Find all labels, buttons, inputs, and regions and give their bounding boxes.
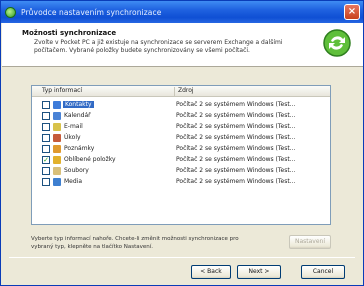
next-button[interactable]: Next >: [237, 265, 281, 279]
list-item[interactable]: ✓ Oblíbené položky Počítač 2 se systémem W…: [32, 155, 330, 165]
item-label: Oblíbené položky: [64, 156, 116, 163]
item-checkbox[interactable]: [42, 101, 50, 109]
item-label: Soubory: [64, 167, 89, 174]
item-checkbox[interactable]: [42, 123, 50, 131]
item-type-icon: [53, 112, 61, 120]
list-item[interactable]: Soubory Počítač 2 se systémem Windows (Te…: [32, 166, 330, 176]
item-checkbox[interactable]: [42, 112, 50, 120]
item-checkbox[interactable]: [42, 167, 50, 175]
close-button[interactable]: ×: [344, 4, 360, 20]
column-status[interactable]: Zdroj: [178, 87, 194, 94]
list-column-header: Typ informací Zdroj: [32, 86, 330, 97]
back-button[interactable]: < Back: [191, 265, 231, 279]
list-item[interactable]: Kalendář Počítač 2 se systémem Windows (T…: [32, 111, 330, 121]
item-status: Počítač 2 se systémem Windows (Test...: [176, 167, 296, 174]
list-item[interactable]: Poznámky Počítač 2 se systémem Windows (T…: [32, 144, 330, 154]
page-description: Zvolte v Pocket PC a již existuje na syn…: [34, 39, 283, 54]
column-separator[interactable]: [174, 87, 175, 96]
window-title: Průvodce nastavením synchronizace: [21, 7, 162, 17]
page-title: Možnosti synchronizace: [22, 29, 117, 37]
sync-logo-icon: [323, 29, 351, 57]
item-label: E-mail: [64, 123, 83, 130]
item-status: Počítač 2 se systémem Windows (Test...: [176, 101, 296, 108]
item-type-icon: [53, 156, 61, 164]
list-item[interactable]: Media Počítač 2 se systémem Windows (Test…: [32, 177, 330, 187]
list-item[interactable]: Kontakty Počítač 2 se systémem Windows (T…: [32, 100, 330, 110]
item-status: Počítač 2 se systémem Windows (Test...: [176, 156, 296, 163]
item-type-icon: [53, 178, 61, 186]
item-label: Poznámky: [64, 145, 95, 152]
settings-button[interactable]: Nastavení: [289, 235, 331, 249]
sync-app-icon: [5, 6, 16, 18]
item-status: Počítač 2 se systémem Windows (Test...: [176, 123, 296, 130]
item-status: Počítač 2 se systémem Windows (Test...: [176, 178, 296, 185]
item-type-icon: [53, 145, 61, 153]
item-label: Media: [64, 178, 83, 185]
item-checkbox[interactable]: [42, 178, 50, 186]
item-type-icon: [53, 123, 61, 131]
item-label: Kontakty: [63, 101, 94, 108]
footer-divider: [9, 257, 355, 258]
item-type-icon: [53, 101, 61, 109]
list-item[interactable]: Úkoly Počítač 2 se systémem Windows (Test…: [32, 133, 330, 143]
item-checkbox[interactable]: [42, 145, 50, 153]
list-item[interactable]: E-mail Počítač 2 se systémem Windows (Tes…: [32, 122, 330, 132]
sync-items-list[interactable]: Typ informací Zdroj Kontakty Počítač 2 se…: [31, 85, 331, 225]
column-type[interactable]: Typ informací: [42, 87, 82, 94]
item-type-icon: [53, 134, 61, 142]
item-label: Úkoly: [64, 134, 81, 141]
item-status: Počítač 2 se systémem Windows (Test...: [176, 145, 296, 152]
wizard-header: Možnosti synchronizace Zvolte v Pocket P…: [2, 23, 363, 67]
item-status: Počítač 2 se systémem Windows (Test...: [176, 112, 296, 119]
item-checkbox[interactable]: [42, 134, 50, 142]
item-type-icon: [53, 167, 61, 175]
instructions-text: Vyberte typ informací nahoře. Chcete-li …: [31, 236, 239, 250]
item-checkbox[interactable]: ✓: [42, 156, 50, 164]
cancel-button[interactable]: Cancel: [301, 265, 345, 279]
item-status: Počítač 2 se systémem Windows (Test...: [176, 134, 296, 141]
wizard-window: Průvodce nastavením synchronizace × Možn…: [0, 0, 364, 286]
item-label: Kalendář: [64, 112, 91, 119]
title-bar[interactable]: Průvodce nastavením synchronizace ×: [1, 1, 363, 23]
